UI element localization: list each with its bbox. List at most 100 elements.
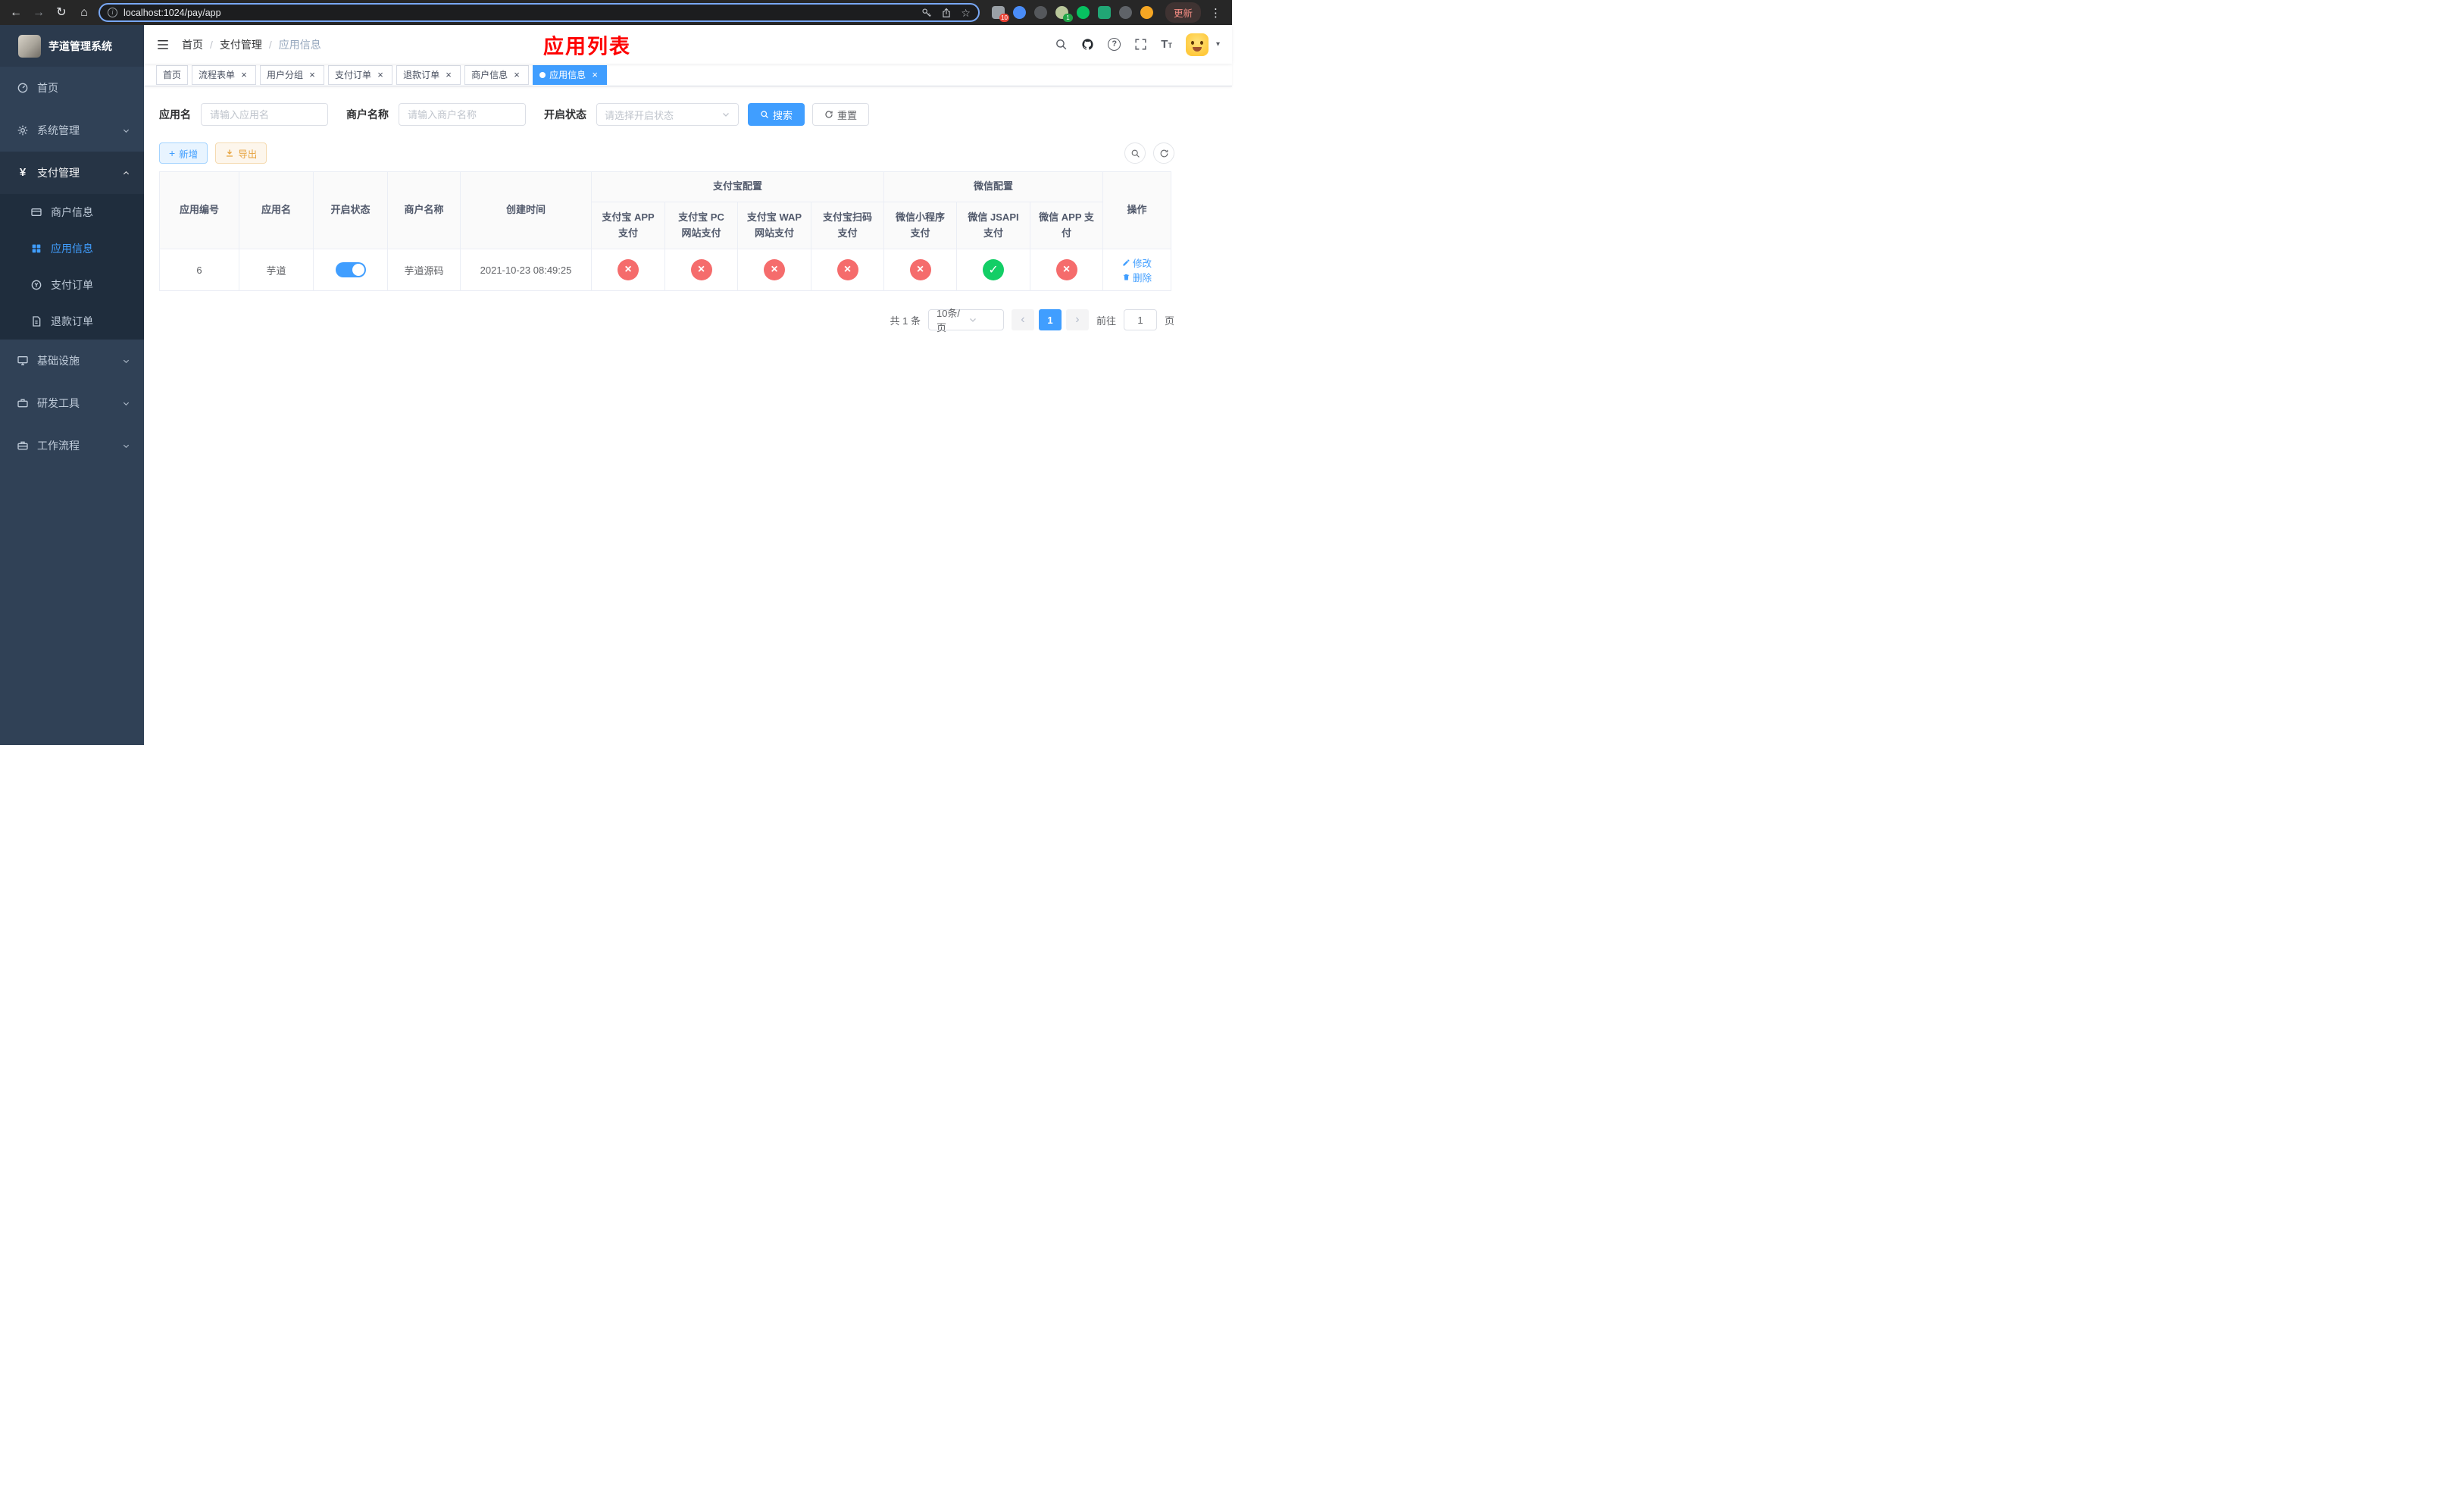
- url-text: localhost:1024/pay/app: [124, 7, 221, 18]
- password-key-icon[interactable]: [921, 8, 932, 18]
- header-search-icon[interactable]: [1055, 38, 1068, 51]
- address-bar[interactable]: i localhost:1024/pay/app ☆: [98, 3, 980, 22]
- breadcrumb-payment[interactable]: 支付管理: [220, 37, 262, 52]
- refresh-icon: [1160, 149, 1168, 157]
- sidebar-item-home[interactable]: 首页: [0, 67, 144, 109]
- browser-menu-button[interactable]: ⋮: [1207, 6, 1224, 20]
- sidebar-toggle[interactable]: [156, 38, 170, 52]
- gear-icon: [17, 124, 29, 136]
- plus-icon: +: [169, 147, 176, 159]
- browser-home-button[interactable]: ⌂: [76, 0, 92, 25]
- sidebar-item-system[interactable]: 系统管理: [0, 109, 144, 152]
- sidebar-item-app-info[interactable]: 应用信息: [0, 230, 144, 267]
- app-name-input[interactable]: [201, 103, 328, 126]
- caret-down-icon[interactable]: ▾: [1216, 40, 1220, 49]
- site-info-icon[interactable]: i: [108, 8, 117, 17]
- col-header-create-time: 创建时间: [460, 171, 592, 249]
- briefcase-icon: [17, 440, 29, 452]
- refresh-table-button[interactable]: [1153, 142, 1174, 164]
- font-size-icon[interactable]: TT: [1161, 38, 1172, 51]
- page-content: 应用名 商户名称 开启状态 请选择开启状态 搜索: [144, 86, 1232, 745]
- tab-label: 用户分组: [267, 70, 304, 80]
- extension-icon-2[interactable]: [1012, 6, 1026, 19]
- tab-close-icon[interactable]: ×: [307, 70, 317, 80]
- applications-table: 应用编号 应用名 开启状态 商户名称 创建时间 支付宝配置 微信配置 操作 支付…: [159, 171, 1172, 291]
- sidebar-item-infrastructure[interactable]: 基础设施: [0, 340, 144, 382]
- github-icon[interactable]: [1081, 38, 1094, 51]
- sidebar-item-merchant-info[interactable]: 商户信息: [0, 194, 144, 230]
- page-title: 应用列表: [543, 35, 631, 58]
- share-icon[interactable]: [941, 8, 952, 18]
- page-size-select[interactable]: 10条/页: [927, 308, 1004, 333]
- extension-icon-5[interactable]: [1076, 6, 1090, 19]
- goto-suffix: 页: [1164, 315, 1174, 327]
- extension-icon-3[interactable]: [1033, 6, 1047, 19]
- bookmark-star-icon[interactable]: ☆: [961, 8, 971, 18]
- browser-refresh-button[interactable]: ↻: [53, 0, 70, 25]
- tab-close-icon[interactable]: ×: [375, 70, 386, 80]
- status-select[interactable]: 请选择开启状态: [596, 103, 739, 126]
- tab-process-form[interactable]: 流程表单 ×: [192, 64, 257, 85]
- t-large: T: [1161, 38, 1168, 51]
- app-name-label: 应用名: [159, 108, 191, 121]
- chevron-down-icon: [122, 127, 130, 135]
- toggle-search-button[interactable]: [1124, 142, 1146, 164]
- browser-forward-button[interactable]: →: [30, 0, 47, 25]
- sidebar-item-refund-order[interactable]: 退款订单: [0, 303, 144, 340]
- chevron-up-icon: [122, 169, 130, 177]
- help-icon[interactable]: ?: [1108, 38, 1121, 51]
- sidebar-item-pay-order[interactable]: 支付订单: [0, 267, 144, 303]
- pagination-total: 共 1 条: [890, 315, 921, 327]
- tab-pay-order[interactable]: 支付订单 ×: [328, 64, 393, 85]
- merchant-name-input[interactable]: [399, 103, 526, 126]
- reset-button[interactable]: 重置: [812, 103, 870, 126]
- add-button[interactable]: + 新增: [159, 142, 208, 164]
- sidebar-item-dev-tools[interactable]: 研发工具: [0, 382, 144, 424]
- tab-close-icon[interactable]: ×: [443, 70, 454, 80]
- extension-icon-6[interactable]: [1097, 6, 1111, 19]
- status-toggle[interactable]: [335, 262, 366, 277]
- tab-refund-order[interactable]: 退款订单 ×: [396, 64, 461, 85]
- prev-page-button[interactable]: ‹: [1011, 309, 1034, 330]
- extensions-menu-icon[interactable]: 10: [991, 6, 1009, 22]
- col-header-wechat-lite: 微信小程序支付: [883, 202, 958, 249]
- sidebar-item-label: 研发工具: [37, 397, 80, 409]
- tab-user-group[interactable]: 用户分组 ×: [260, 64, 325, 85]
- sidebar-item-label: 应用信息: [51, 243, 93, 255]
- status-select-placeholder: 请选择开启状态: [605, 109, 674, 121]
- tab-merchant-info[interactable]: 商户信息 ×: [464, 64, 530, 85]
- export-button[interactable]: 导出: [215, 142, 267, 164]
- browser-update-button[interactable]: 更新: [1165, 2, 1201, 23]
- sidebar-item-workflow[interactable]: 工作流程: [0, 424, 144, 467]
- tab-close-icon[interactable]: ×: [239, 70, 249, 80]
- add-button-label: 新增: [179, 149, 199, 160]
- breadcrumb-home[interactable]: 首页: [182, 37, 203, 52]
- navbar-actions: ? TT ▾: [1055, 33, 1220, 56]
- profile-avatar-icon[interactable]: [1140, 6, 1153, 19]
- breadcrumb-separator: /: [268, 38, 272, 51]
- puzzle-extension-icon[interactable]: [1118, 6, 1132, 19]
- extension-icon-4[interactable]: 1: [1055, 6, 1073, 22]
- channel-status-icon: [909, 259, 931, 280]
- sidebar-item-label: 支付订单: [51, 279, 93, 291]
- tab-app-info[interactable]: 应用信息 ×: [533, 64, 608, 85]
- tab-label: 商户信息: [471, 70, 508, 80]
- edit-button[interactable]: 修改: [1122, 255, 1152, 270]
- browser-back-button[interactable]: ←: [8, 0, 24, 25]
- search-button[interactable]: 搜索: [748, 103, 805, 126]
- table-toolbar: + 新增 导出: [159, 142, 1174, 164]
- col-header-app-id: 应用编号: [159, 171, 239, 249]
- tab-close-icon[interactable]: ×: [511, 70, 522, 80]
- next-page-button[interactable]: ›: [1065, 309, 1089, 330]
- tab-close-icon[interactable]: ×: [589, 70, 600, 80]
- status-label: 开启状态: [544, 108, 586, 121]
- fullscreen-icon[interactable]: [1134, 38, 1147, 51]
- tab-home[interactable]: 首页: [156, 64, 189, 85]
- goto-page-input[interactable]: [1123, 309, 1157, 330]
- app-logo[interactable]: 芋道管理系统: [0, 25, 144, 67]
- user-avatar[interactable]: [1185, 33, 1209, 56]
- sidebar-item-payment[interactable]: ¥ 支付管理: [0, 152, 144, 194]
- delete-button[interactable]: 删除: [1122, 270, 1152, 284]
- page-number-1[interactable]: 1: [1038, 309, 1062, 330]
- tags-view: 首页 流程表单 × 用户分组 × 支付订单 × 退款订单 × 商户信息 × 应用…: [144, 64, 1232, 86]
